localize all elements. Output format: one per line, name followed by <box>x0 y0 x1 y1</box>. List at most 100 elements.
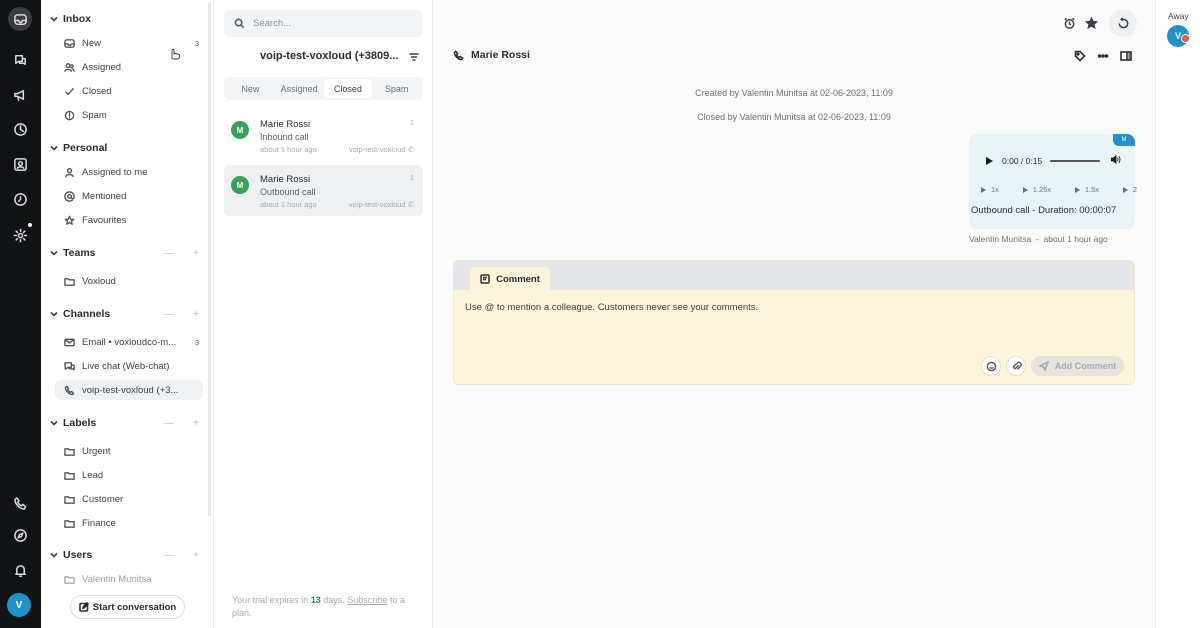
start-conversation-label: Start conversation <box>92 601 177 613</box>
primary-nav-rail: V <box>0 0 41 628</box>
phone-icon <box>63 384 75 396</box>
trial-middle: days. <box>323 595 345 605</box>
hand-cursor-icon <box>171 49 180 60</box>
phone-nav-icon[interactable] <box>8 491 32 515</box>
contact-avatar: M <box>231 176 249 194</box>
sidebar-item-label-customer[interactable]: Customer <box>55 489 203 509</box>
section-actions[interactable]: — + <box>164 309 207 320</box>
compass-nav-icon[interactable] <box>8 523 32 547</box>
status-dot <box>1181 34 1190 43</box>
subscribe-link[interactable]: Subscribe <box>347 595 387 605</box>
section-teams-header[interactable]: Teams — + <box>49 247 207 259</box>
sidebar-item-label: Finance <box>82 517 116 529</box>
section-actions[interactable]: — + <box>164 418 207 429</box>
reopen-button[interactable] <box>1109 9 1137 37</box>
conversation-number: 1 <box>409 173 414 182</box>
tab-closed[interactable]: Closed <box>323 79 373 98</box>
user-icon <box>63 166 75 178</box>
reports-nav-icon[interactable] <box>8 117 32 141</box>
profile-avatar[interactable]: V <box>7 593 31 617</box>
toggle-sidebar-icon[interactable] <box>1119 49 1133 63</box>
tag-icon[interactable] <box>1073 49 1087 63</box>
sidebar-item-mentioned[interactable]: Mentioned <box>55 186 203 206</box>
attachment-icon[interactable] <box>1006 356 1026 376</box>
conversations-nav-icon[interactable] <box>8 47 32 71</box>
tab-assigned[interactable]: Assigned <box>275 79 324 98</box>
sidebar-item-label: Valentin Munitsa <box>82 574 152 584</box>
tab-spam[interactable]: Spam <box>372 79 421 98</box>
section-personal-header[interactable]: Personal <box>49 142 207 154</box>
snooze-alarm-icon[interactable] <box>1061 15 1077 31</box>
audio-progress[interactable] <box>1050 160 1101 162</box>
sidebar-item-assigned-to-me[interactable]: Assigned to me <box>55 162 203 182</box>
speed-1-5x[interactable]: 1.5x <box>1074 185 1099 194</box>
contact-name[interactable]: Marie Rossi <box>471 49 530 61</box>
volume-icon[interactable] <box>1110 154 1121 168</box>
sidebar-item-closed[interactable]: Closed <box>55 81 203 101</box>
notifications-bell-icon[interactable] <box>8 558 32 582</box>
search-box[interactable] <box>224 10 423 37</box>
emoji-icon[interactable] <box>981 356 1001 376</box>
sidebar-item-label-urgent[interactable]: Urgent <box>55 441 203 461</box>
sidebar-item-label: Email • voxloudco-m... <box>82 336 177 348</box>
playback-speeds: 1x 1.25x 1.5x 2 <box>981 185 1137 194</box>
availability-status[interactable]: Away <box>1168 11 1189 21</box>
add-comment-button[interactable]: Add Comment <box>1031 356 1124 376</box>
star-icon[interactable] <box>1083 15 1099 31</box>
trial-prefix: Your trial expires in <box>232 595 309 605</box>
section-actions[interactable]: — + <box>164 550 207 561</box>
sidebar-item-label-finance[interactable]: Finance <box>55 513 203 533</box>
sidebar-item-user[interactable]: Valentin Munitsa <box>55 574 203 584</box>
comment-tab[interactable]: Comment <box>470 267 550 291</box>
inbox-nav-icon[interactable] <box>8 7 32 31</box>
activity-created: Created by Valentin Munitsa at 02-06-202… <box>695 88 893 98</box>
sidebar-item-team[interactable]: Voxloud <box>55 271 203 291</box>
folder-icon <box>63 517 75 529</box>
mail-icon <box>63 336 75 348</box>
sort-filter-icon[interactable] <box>408 51 420 63</box>
folder-icon <box>63 445 75 457</box>
inbox-title: voip-test-voxloud (+3809... <box>260 50 399 62</box>
sidebar-item-channel-livechat[interactable]: Live chat (Web-chat) <box>55 356 203 376</box>
conversation-contact: Marie Rossi <box>453 49 530 61</box>
section-users-header[interactable]: Users — + <box>49 549 207 561</box>
campaigns-nav-icon[interactable] <box>8 82 32 106</box>
contacts-nav-icon[interactable] <box>8 152 32 176</box>
conversation-number: 1 <box>409 118 414 127</box>
folder-icon <box>63 574 75 584</box>
sidebar-scrollbar[interactable] <box>208 2 211 516</box>
section-actions[interactable]: — + <box>164 248 207 259</box>
settings-notification-dot <box>28 223 32 227</box>
folder-icon <box>63 493 75 505</box>
conversation-item[interactable]: M Marie Rossi Inbound call about 1 hour … <box>224 110 423 161</box>
sidebar-item-label: Assigned <box>82 61 122 73</box>
play-small-icon <box>1122 186 1128 193</box>
sidebar-item-label: Assigned to me <box>82 166 148 178</box>
speed-2x[interactable]: 2 <box>1122 185 1137 194</box>
note-icon <box>480 274 490 284</box>
comment-input[interactable]: Use @ to mention a colleague. Customers … <box>465 302 758 313</box>
history-nav-icon[interactable] <box>8 187 32 211</box>
sidebar-item-label-lead[interactable]: Lead <box>55 465 203 485</box>
section-channels-header[interactable]: Channels — + <box>49 308 207 320</box>
play-icon[interactable] <box>986 157 993 165</box>
tab-new[interactable]: New <box>226 79 275 98</box>
search-input[interactable] <box>253 18 413 29</box>
sidebar-item-spam[interactable]: Spam <box>55 105 203 125</box>
search-icon <box>234 18 245 29</box>
speed-1x[interactable]: 1x <box>981 185 999 194</box>
phone-icon <box>453 49 464 60</box>
sidebar-item-assigned[interactable]: Assigned <box>55 57 203 77</box>
sidebar-item-label: Spam <box>82 109 107 121</box>
section-inbox-header[interactable]: Inbox <box>49 13 207 25</box>
start-conversation-button[interactable]: Start conversation <box>70 595 185 619</box>
more-options-icon[interactable] <box>1096 49 1110 63</box>
sidebar-item-channel-email[interactable]: Email • voxloudco-m... 3 <box>55 332 203 352</box>
speed-1-25x[interactable]: 1.25x <box>1022 185 1051 194</box>
conversation-time: about 1 hour ago <box>260 200 317 209</box>
sidebar-item-channel-voip[interactable]: voip-test-voxloud (+3... <box>55 380 203 400</box>
section-title: Labels <box>63 417 97 429</box>
sidebar-item-favourites[interactable]: Favourites <box>55 210 203 230</box>
section-labels-header[interactable]: Labels — + <box>49 417 207 429</box>
conversation-item[interactable]: M Marie Rossi Outbound call about 1 hour… <box>224 165 423 216</box>
